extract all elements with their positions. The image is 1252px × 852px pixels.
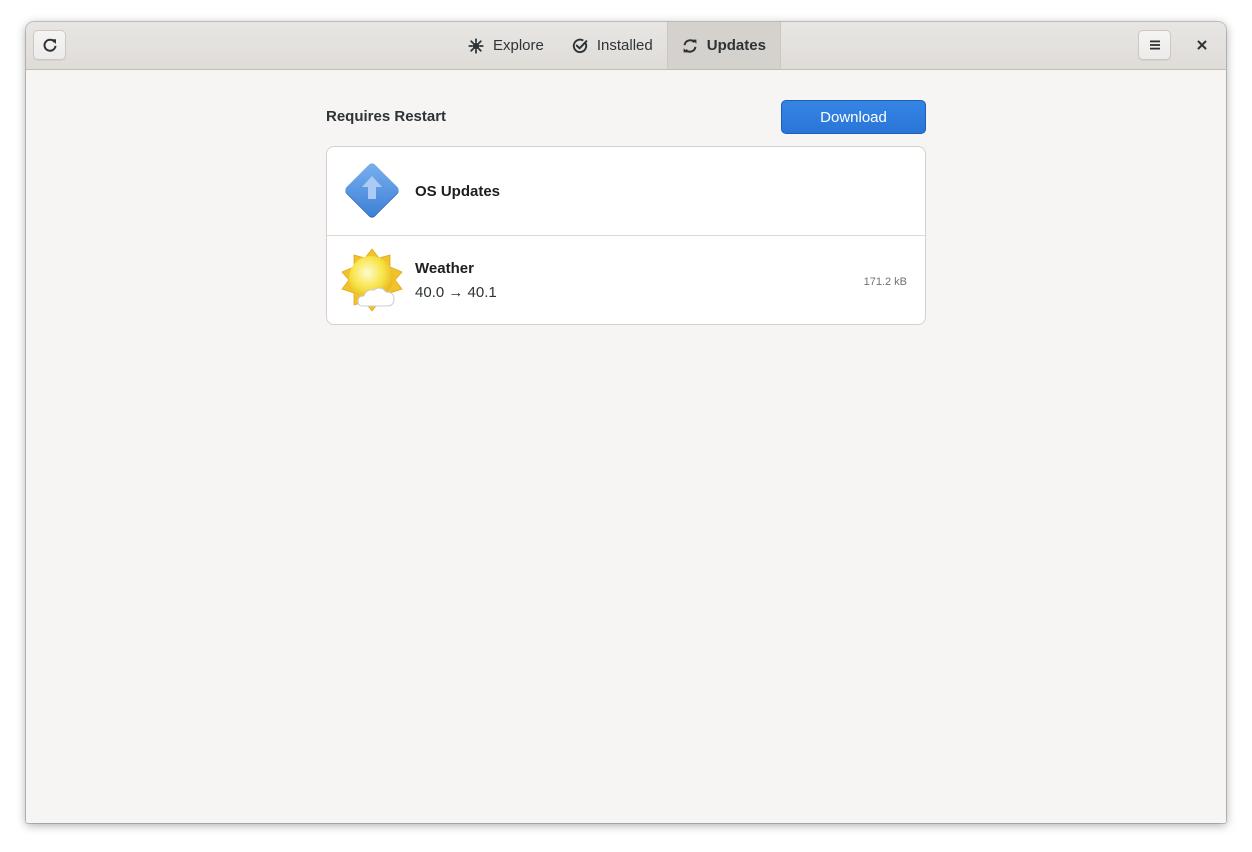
section-title: Requires Restart xyxy=(326,108,447,125)
close-icon xyxy=(1196,39,1208,51)
close-button[interactable] xyxy=(1187,30,1217,60)
app-name: Weather xyxy=(415,259,474,277)
refresh-button[interactable] xyxy=(33,30,66,60)
check-circle-icon xyxy=(572,38,588,54)
updates-list: OS Updates Weather 40.0 → 40.1 171.2 kB xyxy=(326,146,926,325)
list-item-text: Weather 40.0 → 40.1 xyxy=(415,260,497,301)
tab-explore-label: Explore xyxy=(493,37,544,54)
view-switcher: Explore Installed Updates xyxy=(454,22,781,69)
hamburger-menu-icon xyxy=(1148,38,1162,52)
list-item-weather[interactable]: Weather 40.0 → 40.1 171.2 kB xyxy=(327,235,925,324)
sync-icon xyxy=(682,38,698,54)
header-bar: Explore Installed Updates xyxy=(26,22,1226,70)
download-button[interactable]: Download xyxy=(781,100,926,134)
tab-installed[interactable]: Installed xyxy=(558,22,667,69)
os-updates-icon xyxy=(340,159,404,223)
tab-explore[interactable]: Explore xyxy=(454,22,558,69)
list-item-os-updates[interactable]: OS Updates xyxy=(327,147,925,235)
tab-installed-label: Installed xyxy=(596,37,653,54)
explore-icon xyxy=(468,37,484,54)
tab-updates-label: Updates xyxy=(706,37,766,54)
refresh-icon xyxy=(42,37,58,53)
main-menu-button[interactable] xyxy=(1138,30,1171,60)
tab-updates[interactable]: Updates xyxy=(666,22,781,69)
weather-icon xyxy=(340,248,404,312)
app-name: OS Updates xyxy=(415,182,501,200)
app-version: 40.0 → 40.1 xyxy=(415,283,497,301)
app-window: Explore Installed Updates Requires Resta… xyxy=(26,22,1226,823)
list-item-text: OS Updates xyxy=(415,183,500,200)
download-size: 171.2 kB xyxy=(863,276,907,288)
